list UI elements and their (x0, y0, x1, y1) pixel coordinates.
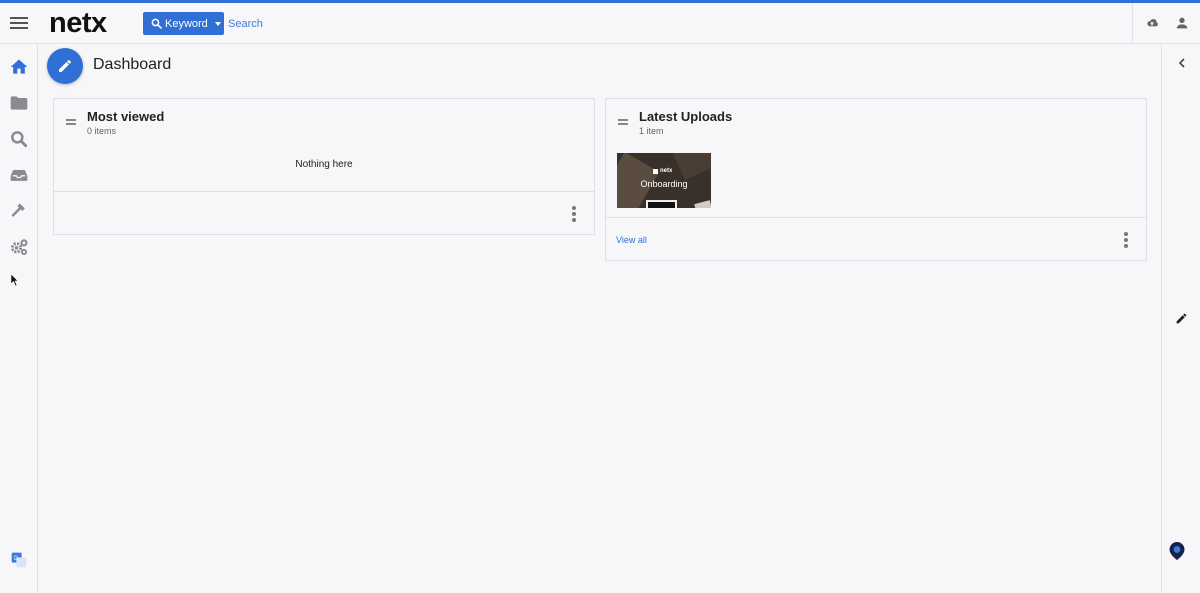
card-footer: View all (606, 217, 1146, 260)
most-viewed-card: Most viewed 0 items Nothing here (53, 98, 595, 235)
folder-icon[interactable] (9, 93, 29, 113)
home-icon[interactable] (9, 57, 29, 77)
logo[interactable]: netx (49, 5, 107, 41)
divider (1132, 3, 1133, 44)
inbox-icon[interactable] (9, 165, 29, 185)
search-input[interactable] (228, 13, 828, 35)
edit-dashboard-button[interactable] (47, 48, 83, 84)
more-options-icon[interactable] (569, 206, 579, 222)
cloud-upload-icon[interactable] (1144, 15, 1160, 31)
search-icon[interactable] (9, 129, 29, 149)
gears-icon[interactable] (9, 237, 29, 257)
translate-icon[interactable]: G (11, 552, 27, 568)
more-options-icon[interactable] (1121, 232, 1131, 248)
view-all-link[interactable]: View all (616, 235, 647, 245)
search-icon (151, 18, 162, 29)
card-title: Most viewed (87, 109, 165, 124)
top-bar: netx Keyword (0, 0, 1200, 44)
latest-uploads-card: Latest Uploads 1 item netx Onboarding Vi… (605, 98, 1147, 261)
item-count: 1 item (639, 126, 664, 136)
card-footer (54, 191, 594, 234)
caret-down-icon (214, 21, 221, 26)
location-pin-icon[interactable] (1168, 541, 1186, 561)
thumbnail-label: Onboarding (640, 179, 688, 189)
svg-text:G: G (14, 556, 19, 562)
page-title: Dashboard (93, 56, 172, 73)
thumbnail-brand: netx (653, 168, 672, 174)
search-mode-dropdown[interactable]: Keyword (143, 12, 224, 35)
chevron-left-icon[interactable] (1177, 58, 1187, 68)
item-count: 0 items (87, 126, 117, 136)
drag-handle-icon[interactable] (66, 119, 76, 127)
laptop-graphic (646, 200, 677, 208)
asset-thumbnail[interactable]: netx Onboarding (617, 153, 711, 208)
left-sidebar: G (0, 44, 38, 593)
mouse-cursor-icon (11, 274, 19, 286)
menu-icon[interactable] (10, 14, 28, 32)
pencil-icon (59, 60, 71, 72)
drag-handle-icon[interactable] (618, 119, 628, 127)
empty-state-text: Nothing here (295, 159, 353, 170)
user-icon[interactable] (1174, 15, 1190, 31)
paper-graphic (694, 200, 711, 208)
hammer-icon[interactable] (9, 201, 29, 221)
right-sidebar (1161, 44, 1200, 593)
search-mode-label: Keyword (165, 17, 208, 30)
pencil-icon[interactable] (1175, 312, 1188, 325)
card-title: Latest Uploads (639, 109, 733, 124)
